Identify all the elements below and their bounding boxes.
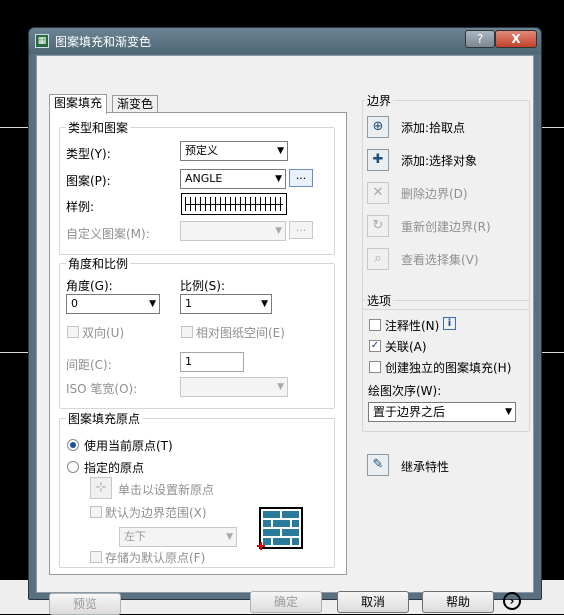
custom-pattern-label: 自定义图案(M): xyxy=(66,227,150,241)
pattern-value: ANGLE xyxy=(185,172,223,185)
help-title-button[interactable]: ? xyxy=(465,30,495,48)
extents-dropdown[interactable]: 左下 ▼ xyxy=(119,527,237,547)
title-bar: ▦ 图案填充和渐变色 ? X xyxy=(29,28,541,54)
chevron-down-icon: ▼ xyxy=(277,146,284,156)
angle-dropdown[interactable]: 0 ▼ xyxy=(66,294,160,314)
annotative-checkbox[interactable] xyxy=(369,319,381,331)
type-value: 预定义 xyxy=(185,144,218,157)
spacing-label: 间距(C): xyxy=(66,358,112,372)
swatch-label: 样例: xyxy=(66,200,95,214)
inherit-properties-icon[interactable]: ✎ xyxy=(367,454,389,476)
background-line-left-2 xyxy=(0,352,28,353)
info-icon[interactable]: i xyxy=(443,317,456,330)
view-selection-label[interactable]: 查看选择集(V) xyxy=(401,251,479,268)
swatch-hatch-icon xyxy=(185,197,283,211)
remove-boundary-label[interactable]: 删除边界(D) xyxy=(401,185,468,202)
dialog-title: 图案填充和渐变色 xyxy=(55,35,152,49)
chevron-down-icon: ▼ xyxy=(505,407,512,417)
more-options-icon[interactable]: › xyxy=(503,592,521,610)
click-set-origin-label: 单击以设置新原点 xyxy=(118,483,215,497)
pattern-label: 图案(P): xyxy=(66,174,111,188)
background-line-right xyxy=(542,127,564,128)
scale-label: 比例(S): xyxy=(180,279,226,293)
angle-scale-legend: 角度和比例 xyxy=(66,255,131,272)
pattern-browse-button[interactable]: ... xyxy=(289,169,313,187)
custom-browse-button[interactable]: ... xyxy=(289,221,313,239)
store-default-origin-checkbox[interactable] xyxy=(90,551,102,563)
dialog-client: 图案填充 渐变色 类型和图案 类型(Y): 预定义 ▼ 图案(P): ANGLE… xyxy=(36,55,534,615)
double-checkbox[interactable] xyxy=(67,326,79,338)
double-label: 双向(U) xyxy=(82,326,125,340)
associative-checkbox[interactable]: ✓ xyxy=(369,340,381,352)
click-origin-icon[interactable]: ⊹ xyxy=(90,477,112,499)
angle-value: 0 xyxy=(71,297,78,310)
angle-label: 角度(G): xyxy=(66,279,113,293)
options-legend: 选项 xyxy=(365,292,394,309)
default-extents-label: 默认为边界范围(X) xyxy=(105,506,207,520)
associative-label: 关联(A) xyxy=(385,340,427,354)
pattern-dropdown[interactable]: ANGLE ▼ xyxy=(180,169,286,189)
boundaries-legend: 边界 xyxy=(365,92,394,109)
specified-origin-radio[interactable] xyxy=(67,461,79,473)
type-label: 类型(Y): xyxy=(66,147,111,161)
use-current-origin-label: 使用当前原点(T) xyxy=(84,439,173,453)
draw-order-dropdown[interactable]: 置于边界之后 ▼ xyxy=(368,402,516,422)
hatch-tab-panel: 类型和图案 类型(Y): 预定义 ▼ 图案(P): ANGLE ▼ ... 样例… xyxy=(49,112,347,575)
default-extents-checkbox[interactable] xyxy=(90,506,102,518)
tab-gradient[interactable]: 渐变色 xyxy=(112,95,159,113)
preview-button[interactable]: 预览 xyxy=(49,593,121,615)
pattern-swatch[interactable] xyxy=(181,193,287,215)
close-button[interactable]: X xyxy=(495,30,537,48)
relative-paper-label: 相对图纸空间(E) xyxy=(196,326,285,340)
annotative-label: 注释性(N) xyxy=(385,319,440,333)
help-button[interactable]: 帮助 xyxy=(422,591,494,613)
brick-origin-preview-icon xyxy=(257,507,303,550)
draw-order-label: 绘图次序(W): xyxy=(368,384,442,398)
type-dropdown[interactable]: 预定义 ▼ xyxy=(180,141,288,161)
recreate-boundary-label[interactable]: 重新创建边界(R) xyxy=(401,218,491,235)
pick-points-icon[interactable]: ⊕ xyxy=(367,116,389,138)
background-line-left xyxy=(0,127,28,128)
chevron-down-icon: ▼ xyxy=(277,382,284,392)
add-select-objects-label[interactable]: 添加:选择对象 xyxy=(401,152,477,169)
chevron-down-icon: ▼ xyxy=(261,299,268,309)
type-pattern-legend: 类型和图案 xyxy=(66,119,131,136)
specified-origin-label: 指定的原点 xyxy=(84,461,145,475)
spacing-input[interactable]: 1 xyxy=(180,352,244,372)
separate-hatch-checkbox[interactable] xyxy=(369,361,381,373)
scale-dropdown[interactable]: 1 ▼ xyxy=(180,294,272,314)
store-default-origin-label: 存储为默认原点(F) xyxy=(105,551,206,565)
add-pick-points-label[interactable]: 添加:拾取点 xyxy=(401,119,465,136)
hatch-dialog-window: ▦ 图案填充和渐变色 ? X 图案填充 渐变色 类型和图案 类型(Y): 预定义… xyxy=(28,27,542,615)
extents-value: 左下 xyxy=(124,530,146,543)
app-icon: ▦ xyxy=(35,34,49,48)
remove-boundary-icon[interactable]: ✕ xyxy=(367,182,389,204)
ok-button[interactable]: 确定 xyxy=(250,591,322,613)
recreate-boundary-icon[interactable]: ↻ xyxy=(367,215,389,237)
iso-pen-width-dropdown[interactable]: ▼ xyxy=(180,377,288,397)
relative-paper-checkbox[interactable] xyxy=(181,326,193,338)
separate-hatch-label: 创建独立的图案填充(H) xyxy=(385,361,512,375)
scale-value: 1 xyxy=(185,297,192,310)
background-line-right-2 xyxy=(542,352,564,353)
view-selection-icon[interactable]: ⌕ xyxy=(367,248,389,270)
custom-pattern-dropdown[interactable]: ▼ xyxy=(180,221,286,241)
chevron-down-icon: ▼ xyxy=(226,532,233,542)
cancel-button[interactable]: 取消 xyxy=(337,591,409,613)
iso-pen-width-label: ISO 笔宽(O): xyxy=(66,382,138,396)
select-objects-icon[interactable]: ✚ xyxy=(367,149,389,171)
tab-hatch[interactable]: 图案填充 xyxy=(49,94,108,114)
inherit-properties-label[interactable]: 继承特性 xyxy=(401,458,449,475)
draw-order-value: 置于边界之后 xyxy=(373,405,446,419)
chevron-down-icon: ▼ xyxy=(275,226,282,236)
chevron-down-icon: ▼ xyxy=(149,299,156,309)
use-current-origin-radio[interactable] xyxy=(67,439,79,451)
hatch-origin-legend: 图案填充原点 xyxy=(66,410,143,427)
chevron-down-icon: ▼ xyxy=(275,174,282,184)
